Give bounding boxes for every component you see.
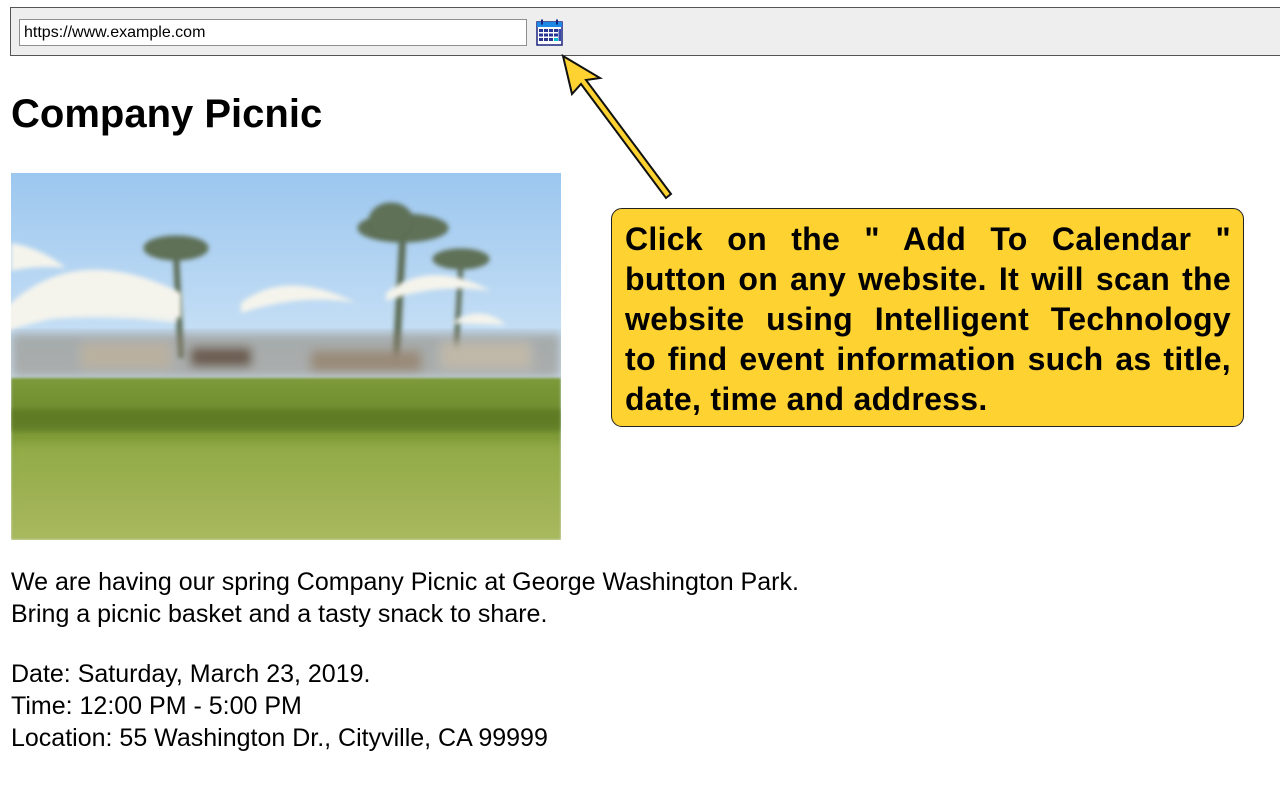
- callout-box: Click on the " Add To Calendar " button …: [611, 208, 1244, 427]
- callout-arrow: [561, 53, 673, 200]
- event-date: Date: Saturday, March 23, 2019.: [11, 660, 371, 688]
- event-location: Location: 55 Washington Dr., Cityville, …: [11, 724, 548, 752]
- event-time: Time: 12:00 PM - 5:00 PM: [11, 692, 302, 720]
- event-details: Date: Saturday, March 23, 2019. Time: 12…: [11, 658, 548, 754]
- callout-text: Click on the " Add To Calendar " button …: [625, 221, 1231, 417]
- add-to-calendar-button[interactable]: [536, 19, 563, 46]
- url-input[interactable]: [19, 19, 527, 46]
- event-description: We are having our spring Company Picnic …: [11, 568, 799, 628]
- page: Company Picnic: [0, 0, 1280, 800]
- page-title: Company Picnic: [11, 92, 323, 136]
- browser-toolbar: [10, 7, 1280, 56]
- picnic-photo: [11, 173, 561, 540]
- calendar-icon: [536, 19, 563, 46]
